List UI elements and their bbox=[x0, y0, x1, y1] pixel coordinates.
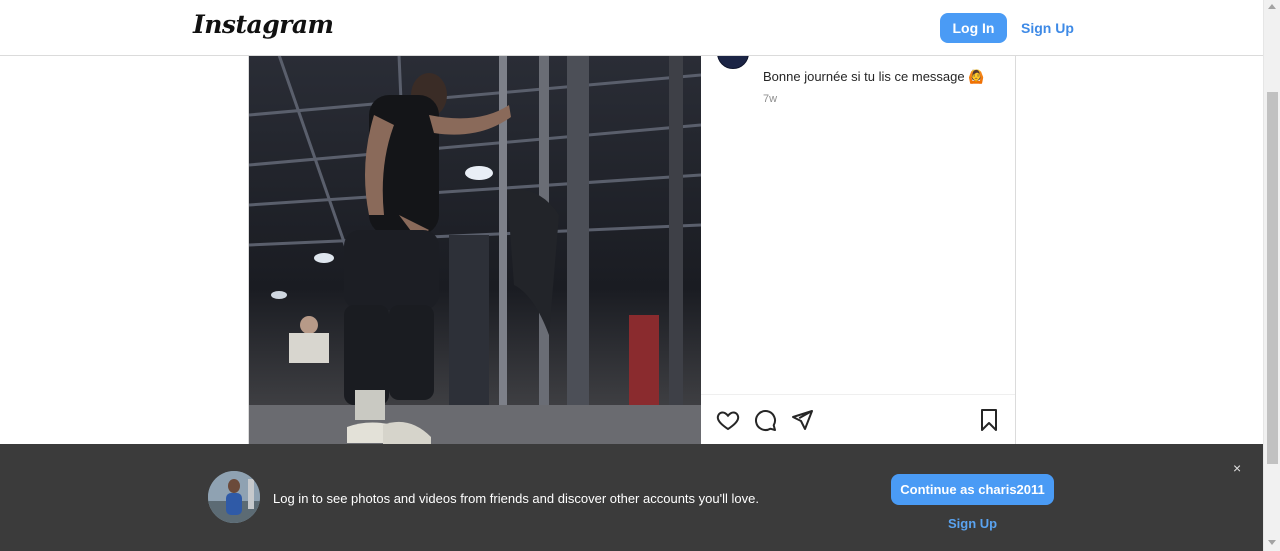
banner-avatar bbox=[208, 471, 260, 523]
bookmark-icon[interactable] bbox=[977, 408, 1001, 437]
scroll-up-arrow-icon[interactable] bbox=[1268, 4, 1276, 9]
scroll-down-arrow-icon[interactable] bbox=[1268, 540, 1276, 545]
post-timestamp[interactable]: 7w bbox=[763, 93, 777, 105]
post-card: Bonne journée si tu lis ce message 🙆 7w bbox=[248, 37, 1016, 445]
login-button[interactable]: Log In bbox=[940, 13, 1007, 43]
instagram-logo[interactable]: Instagram bbox=[193, 10, 334, 39]
banner-signup-link[interactable]: Sign Up bbox=[948, 516, 997, 531]
gym-photo bbox=[249, 55, 701, 444]
send-icon[interactable] bbox=[790, 408, 814, 437]
page-scrollbar[interactable] bbox=[1263, 0, 1280, 551]
post-caption: Bonne journée si tu lis ce message 🙆 bbox=[763, 69, 985, 84]
post-actions bbox=[701, 394, 1015, 445]
continue-as-button[interactable]: Continue as charis2011 bbox=[891, 474, 1054, 505]
heart-icon[interactable] bbox=[716, 408, 740, 437]
top-navigation: Instagram Log In Sign Up bbox=[0, 0, 1263, 56]
post-photo[interactable] bbox=[249, 55, 701, 444]
banner-message: Log in to see photos and videos from fri… bbox=[273, 491, 759, 506]
comment-icon[interactable] bbox=[753, 408, 777, 437]
close-icon[interactable]: × bbox=[1233, 460, 1241, 476]
login-banner: Log in to see photos and videos from fri… bbox=[0, 444, 1263, 551]
scroll-thumb[interactable] bbox=[1267, 92, 1278, 464]
post-sidebar: Bonne journée si tu lis ce message 🙆 7w bbox=[701, 37, 1015, 445]
signup-link[interactable]: Sign Up bbox=[1021, 20, 1074, 36]
